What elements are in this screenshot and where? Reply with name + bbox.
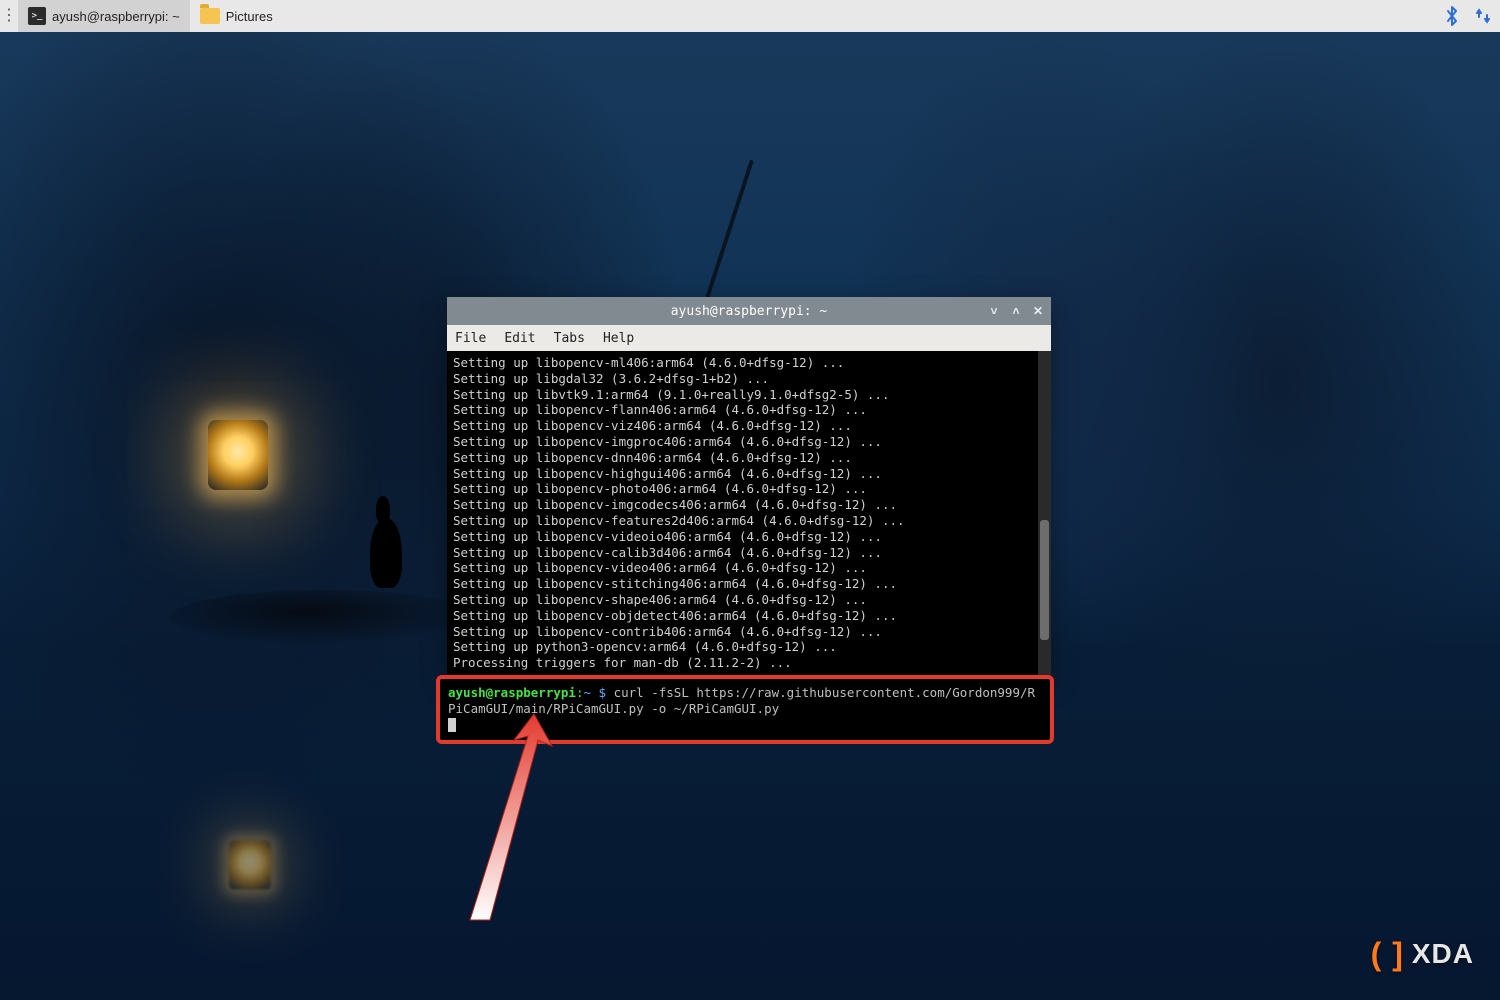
terminal-scrollbar[interactable]	[1038, 351, 1051, 680]
terminal-line: Setting up libopencv-contrib406:arm64 (4…	[453, 624, 1045, 640]
terminal-line: Setting up libopencv-imgproc406:arm64 (4…	[453, 434, 1045, 450]
window-close-button[interactable]: ✕	[1031, 304, 1045, 318]
scrollbar-thumb[interactable]	[1040, 520, 1049, 640]
terminal-line: Setting up libvtk9.1:arm64 (9.1.0+really…	[453, 387, 1045, 403]
prompt-user-host: ayush@raspberrypi	[448, 685, 576, 700]
terminal-menubar: File Edit Tabs Help	[447, 325, 1051, 351]
xda-watermark: ( ] XDA	[1371, 938, 1474, 970]
terminal-line: Setting up libopencv-videoio406:arm64 (4…	[453, 529, 1045, 545]
wallpaper-decor	[229, 841, 271, 890]
menu-help[interactable]: Help	[603, 331, 634, 346]
watermark-text: XDA	[1412, 940, 1474, 968]
terminal-line: Setting up libgdal32 (3.6.2+dfsg-1+b2) .…	[453, 371, 1045, 387]
system-tray	[1444, 6, 1500, 26]
menu-file[interactable]: File	[455, 331, 486, 346]
bluetooth-icon[interactable]	[1444, 6, 1460, 26]
terminal-line: Setting up libopencv-viz406:arm64 (4.6.0…	[453, 418, 1045, 434]
terminal-line: Setting up libopencv-calib3d406:arm64 (4…	[453, 545, 1045, 561]
terminal-line: Setting up libopencv-dnn406:arm64 (4.6.0…	[453, 450, 1045, 466]
window-titlebar[interactable]: ayush@raspberrypi: ~ ˅ ˄ ✕	[447, 297, 1051, 325]
terminal-icon	[28, 7, 46, 25]
window-maximize-button[interactable]: ˄	[1009, 304, 1023, 318]
taskbar-item-terminal[interactable]: ayush@raspberrypi: ~	[18, 0, 190, 32]
terminal-line: Setting up libopencv-features2d406:arm64…	[453, 513, 1045, 529]
terminal-line: Setting up libopencv-highgui406:arm64 (4…	[453, 466, 1045, 482]
window-title: ayush@raspberrypi: ~	[671, 304, 828, 319]
terminal-line: Setting up libopencv-photo406:arm64 (4.6…	[453, 481, 1045, 497]
text-cursor	[448, 718, 456, 732]
wallpaper-decor	[208, 420, 268, 490]
terminal-line: Setting up libopencv-imgcodecs406:arm64 …	[453, 497, 1045, 513]
wallpaper-decor	[170, 590, 480, 645]
terminal-line: Setting up libopencv-objdetect406:arm64 …	[453, 608, 1045, 624]
terminal-line: Setting up libopencv-video406:arm64 (4.6…	[453, 560, 1045, 576]
taskbar: ⋮ ayush@raspberrypi: ~ Pictures	[0, 0, 1500, 32]
terminal-line: Processing triggers for man-db (2.11.2-2…	[453, 655, 1045, 671]
terminal-line: Setting up libopencv-ml406:arm64 (4.6.0+…	[453, 355, 1045, 371]
terminal-line: Setting up libopencv-stitching406:arm64 …	[453, 576, 1045, 592]
network-icon[interactable]	[1474, 7, 1492, 25]
wallpaper-decor	[370, 518, 402, 588]
terminal-output[interactable]: Setting up libopencv-ml406:arm64 (4.6.0+…	[447, 351, 1051, 680]
command-highlight: ayush@raspberrypi:~ $ curl -fsSL https:/…	[436, 675, 1054, 744]
menu-edit[interactable]: Edit	[504, 331, 535, 346]
prompt-symbol: $	[599, 685, 607, 700]
prompt-line[interactable]: ayush@raspberrypi:~ $ curl -fsSL https:/…	[448, 685, 1042, 717]
terminal-line: Setting up libopencv-shape406:arm64 (4.6…	[453, 592, 1045, 608]
terminal-line: Setting up python3-opencv:arm64 (4.6.0+d…	[453, 639, 1045, 655]
prompt-cwd: ~	[583, 685, 591, 700]
taskbar-item-label: ayush@raspberrypi: ~	[52, 9, 180, 24]
terminal-line: Setting up libopencv-flann406:arm64 (4.6…	[453, 402, 1045, 418]
taskbar-menu-button[interactable]: ⋮	[0, 0, 18, 32]
xda-bracket-icon: ( ]	[1371, 938, 1404, 970]
menu-tabs[interactable]: Tabs	[554, 331, 585, 346]
window-minimize-button[interactable]: ˅	[987, 304, 1001, 318]
terminal-window: ayush@raspberrypi: ~ ˅ ˄ ✕ File Edit Tab…	[447, 297, 1051, 680]
folder-icon	[200, 8, 220, 24]
taskbar-item-label: Pictures	[226, 9, 273, 24]
taskbar-item-pictures[interactable]: Pictures	[190, 0, 283, 32]
